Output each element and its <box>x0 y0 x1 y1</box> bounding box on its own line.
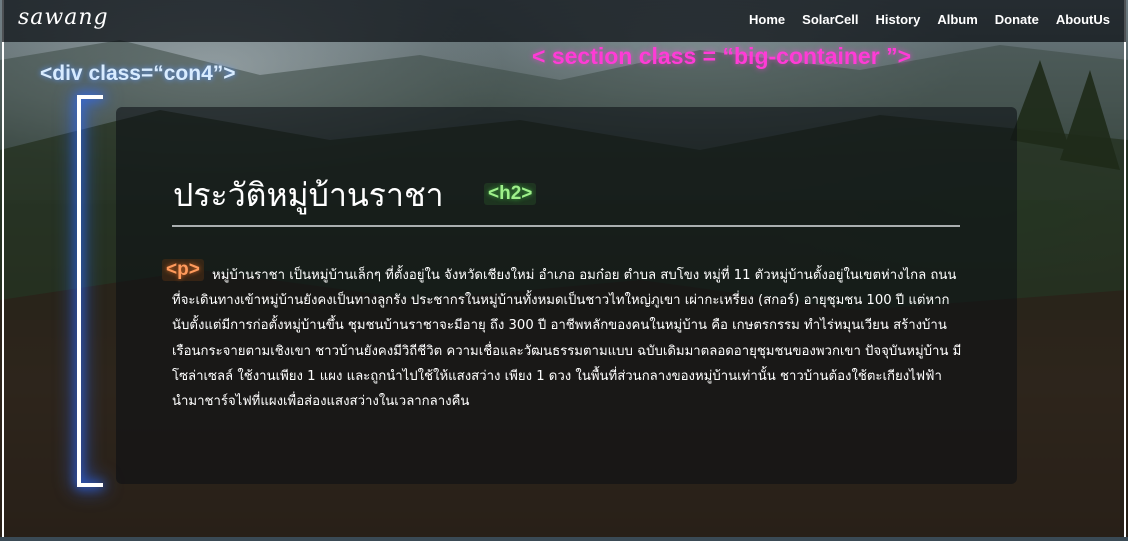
site-logo[interactable]: sawang <box>18 5 109 30</box>
nav-link-album[interactable]: Album <box>937 12 977 27</box>
nav-link-donate[interactable]: Donate <box>995 12 1039 27</box>
p-annotation: <p> <box>162 259 204 281</box>
nav-link-aboutus[interactable]: AboutUs <box>1056 12 1110 27</box>
title-divider <box>172 225 960 227</box>
section-class-annotation: < section class = “big-container ”> <box>532 43 911 69</box>
history-paragraph: หมู่บ้านราชา เป็นหมู่บ้านเล็กๆ ที่ตั้งอย… <box>172 268 962 410</box>
page-title: ประวัติหมู่บ้านราชา <box>173 176 444 214</box>
bottom-edge <box>0 537 1128 541</box>
div-class-annotation: <div class=“con4”> <box>40 62 236 85</box>
con4-bracket-marker <box>77 95 103 487</box>
navbar: sawang Home SolarCell History Album Dona… <box>2 0 1126 42</box>
nav-link-solarcell[interactable]: SolarCell <box>802 12 858 27</box>
nav-link-home[interactable]: Home <box>749 12 785 27</box>
nav-link-history[interactable]: History <box>876 12 921 27</box>
h2-annotation: <h2> <box>484 183 537 205</box>
nav-links: Home SolarCell History Album Donate Abou… <box>749 12 1110 27</box>
